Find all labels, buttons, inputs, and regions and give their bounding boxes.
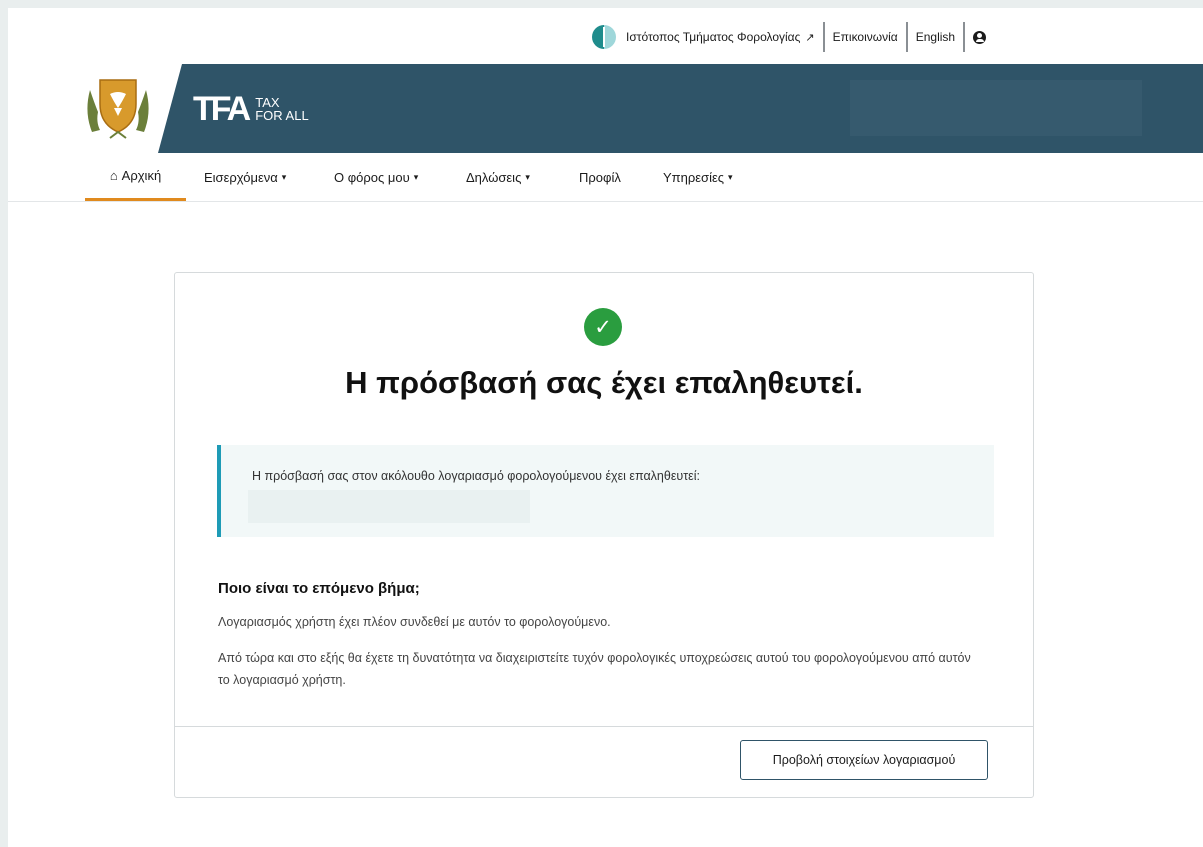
nav-item-declarations[interactable]: Δηλώσεις ▾ [466,153,530,201]
tax-department-site-link[interactable]: Ιστότοπος Τμήματος Φορολογίας ↗ [584,22,823,52]
user-account-button[interactable] [965,22,994,52]
nav-item-label: Δηλώσεις [466,169,522,185]
nav-item-label: Εισερχόμενα [204,169,278,185]
nav-item-label: Προφίλ [579,169,621,185]
card-footer: Προβολή στοιχείων λογαριασμού [175,726,1033,798]
nav-item-profile[interactable]: Προφίλ [579,153,621,201]
cyprus-coat-of-arms-icon [87,79,149,139]
utility-bar: Ιστότοπος Τμήματος Φορολογίας ↗ Επικοινω… [8,8,1203,64]
language-switch-link[interactable]: English [908,22,963,52]
nav-item-home[interactable]: ⌂ Αρχική [85,153,186,201]
caret-down-icon: ▾ [728,171,733,182]
caret-down-icon: ▾ [525,171,530,182]
tfa-logo-mark: TFA [193,90,251,128]
caret-down-icon: ▾ [413,171,419,182]
contact-link[interactable]: Επικοινωνία [825,22,906,52]
success-check-icon: ✓ [584,308,622,346]
user-circle-icon [973,30,987,44]
tfa-logo-text: TAX FOR ALL [255,96,308,122]
next-step-paragraph-1: Λογαριασμός χρήστη έχει πλέον συνδεθεί μ… [218,615,611,629]
tax-for-all-logo[interactable]: TFA TAX FOR ALL [193,91,309,127]
home-icon: ⌂ [109,168,118,183]
page: Ιστότοπος Τμήματος Φορολογίας ↗ Επικοινω… [8,8,1203,847]
utility-links: Ιστότοπος Τμήματος Φορολογίας ↗ Επικοινω… [584,22,994,52]
tax-department-logo-icon [592,25,616,49]
verified-account-info-box: Η πρόσβασή σας στον ακόλουθο λογαριασμό … [217,445,994,537]
next-step-heading: Ποιο είναι το επόμενο βήμα; [218,580,420,597]
next-step-paragraph-2: Από τώρα και στο εξής θα έχετε τη δυνατό… [218,651,971,687]
nav-item-services[interactable]: Υπηρεσίες ▾ [663,153,733,201]
external-link-icon: ↗ [805,31,815,44]
nav-item-my-tax[interactable]: Ο φόρος μου ▾ [334,153,418,201]
site-header: TFA TAX FOR ALL [8,64,1203,153]
caret-down-icon: ▾ [281,171,287,182]
tax-department-site-label: Ιστότοπος Τμήματος Φορολογίας [626,30,801,44]
taxpayer-account-redacted [248,490,530,523]
main-navigation: ⌂ Αρχική Εισερχόμενα ▾ Ο φόρος μου ▾ Δηλ… [8,153,1203,202]
verification-card: ✓ Η πρόσβασή σας έχει επαληθευτεί. Η πρό… [174,272,1034,798]
nav-item-label: Ο φόρος μου [334,169,410,185]
info-box-text: Η πρόσβασή σας στον ακόλουθο λογαριασμό … [252,469,700,483]
tfa-logo-line-2: FOR ALL [255,108,309,123]
header-redacted-area [850,80,1142,136]
nav-item-label: Υπηρεσίες [663,169,725,185]
nav-item-label: Αρχική [121,168,162,183]
page-title: Η πρόσβασή σας έχει επαληθευτεί. [345,365,863,400]
nav-item-inbox[interactable]: Εισερχόμενα ▾ [204,153,286,201]
view-account-details-button[interactable]: Προβολή στοιχείων λογαριασμού [740,740,988,780]
